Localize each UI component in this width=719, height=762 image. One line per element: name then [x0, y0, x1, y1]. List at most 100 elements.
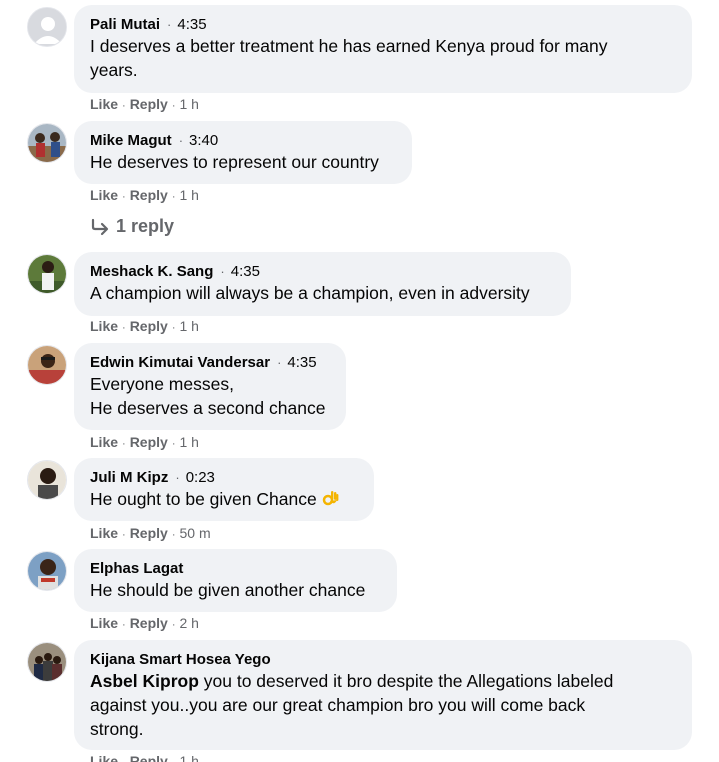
- separator-dot: ·: [171, 529, 176, 541]
- reply-button[interactable]: Reply: [130, 753, 168, 762]
- comment-text-line: He ought to be given Chance: [90, 487, 358, 511]
- reply-button[interactable]: Reply: [130, 615, 168, 631]
- person-silhouette-icon: [28, 8, 66, 46]
- comment-text-line: He deserves a second chance: [90, 398, 326, 418]
- comment-bubble: Meshack K. Sang · 4:35 A champion will alw…: [74, 252, 571, 316]
- comment-actions: Like·Reply·1 h: [90, 187, 199, 203]
- separator-dot: ·: [122, 191, 126, 203]
- comment-bubble: Pali Mutai · 4:35 I deserves a better trea…: [74, 5, 692, 93]
- comment-text: He ought to be given Chance: [90, 489, 317, 509]
- profile-photo: [28, 461, 66, 499]
- reply-button[interactable]: Reply: [130, 525, 168, 541]
- separator-dot: ·: [178, 133, 184, 148]
- separator-dot: ·: [172, 757, 176, 762]
- separator-dot: ·: [122, 322, 126, 334]
- comment-text-line: years.: [90, 60, 138, 80]
- comment-text-line: I deserves a better treatment he has ear…: [90, 36, 608, 56]
- separator-dot: ·: [171, 438, 176, 450]
- comment-actions: Like · Reply · 2 h: [90, 615, 199, 631]
- like-button[interactable]: Like: [90, 753, 118, 762]
- comment-text-line: strong.: [90, 719, 144, 739]
- separator-dot: ·: [171, 619, 176, 631]
- author-line: Edwin Kimutai Vandersar · 4:35: [90, 353, 330, 372]
- avatar[interactable]: [27, 254, 67, 294]
- comment-author[interactable]: Meshack K. Sang: [90, 263, 213, 280]
- comment-author[interactable]: Edwin Kimutai Vandersar: [90, 354, 270, 371]
- author-line: Juli M Kipz · 0:23: [90, 468, 358, 487]
- comment-actions: Like · Reply · 50 m: [90, 525, 211, 541]
- comment-age[interactable]: 50 m: [179, 525, 210, 541]
- comment-time[interactable]: 3:40: [189, 132, 218, 149]
- comment-time[interactable]: 0:23: [186, 469, 215, 486]
- comment-author[interactable]: Juli M Kipz: [90, 469, 168, 486]
- like-button[interactable]: Like: [90, 96, 118, 112]
- like-button[interactable]: Like: [90, 525, 118, 541]
- comment-age[interactable]: 1 h: [179, 753, 198, 762]
- comment-author[interactable]: Mike Magut: [90, 132, 172, 149]
- comment-bubble: Kijana Smart Hosea Yego Asbel Kiprop you…: [74, 640, 692, 750]
- profile-photo: [28, 346, 66, 384]
- comment-bubble: Mike Magut · 3:40 He deserves to represent…: [74, 121, 412, 184]
- reply-button[interactable]: Reply: [130, 318, 168, 334]
- ok-hand-emoji-icon: [322, 491, 339, 506]
- comment-text-line: against you..you are our great champion …: [90, 695, 586, 715]
- avatar[interactable]: [27, 123, 67, 163]
- separator-dot: ·: [175, 470, 180, 485]
- comment-bubble: Edwin Kimutai Vandersar · 4:35 Everyone me…: [74, 343, 346, 430]
- mention-link[interactable]: Asbel Kiprop: [90, 671, 199, 691]
- comment-bubble: Elphas Lagat He should be given another …: [74, 549, 397, 612]
- author-line: Kijana Smart Hosea Yego: [90, 650, 676, 669]
- comment-time[interactable]: 4:35: [177, 16, 206, 33]
- comment-actions: Like·Reply·1 h: [90, 96, 199, 112]
- comment-actions: Like·Reply·1 h: [90, 434, 199, 450]
- separator-dot: ·: [122, 100, 126, 112]
- comment-text-line: He deserves to represent our country: [90, 152, 379, 172]
- comment-text-line: He should be given another chance: [90, 580, 366, 600]
- comment-text-line: Asbel Kiprop you to deserved it bro desp…: [90, 669, 676, 693]
- view-replies-link[interactable]: 1 reply: [90, 216, 174, 237]
- avatar[interactable]: [27, 460, 67, 500]
- like-button[interactable]: Like: [90, 318, 118, 334]
- avatar[interactable]: [27, 642, 67, 682]
- reply-arrow-icon: [91, 218, 109, 235]
- comment-time[interactable]: 4:35: [231, 263, 260, 280]
- comment-bubble: Juli M Kipz · 0:23 He ought to be given Ch…: [74, 458, 374, 521]
- profile-photo: [28, 255, 66, 293]
- comment-age[interactable]: 1 h: [179, 187, 198, 203]
- comment-age[interactable]: 1 h: [179, 318, 198, 334]
- reply-button[interactable]: Reply: [130, 434, 168, 450]
- like-button[interactable]: Like: [90, 615, 118, 631]
- like-button[interactable]: Like: [90, 187, 118, 203]
- author-line: Meshack K. Sang · 4:35: [90, 262, 555, 281]
- comment-actions: Like·Reply·1 h: [90, 318, 199, 334]
- separator-dot: ·: [220, 264, 225, 279]
- comment-author[interactable]: Pali Mutai: [90, 16, 160, 33]
- comment-actions: Like·Reply·1 h: [90, 753, 199, 762]
- comment-age[interactable]: 1 h: [179, 96, 198, 112]
- reply-button[interactable]: Reply: [130, 187, 168, 203]
- author-line: Elphas Lagat: [90, 559, 381, 578]
- profile-photo: [28, 552, 66, 590]
- separator-dot: ·: [167, 17, 172, 32]
- avatar[interactable]: [27, 7, 67, 47]
- comment-time[interactable]: 4:35: [287, 354, 316, 371]
- separator-dot: ·: [122, 438, 126, 450]
- author-line: Mike Magut · 3:40: [90, 131, 396, 150]
- avatar[interactable]: [27, 345, 67, 385]
- separator-dot: ·: [171, 191, 176, 203]
- like-button[interactable]: Like: [90, 434, 118, 450]
- separator-dot: ·: [122, 757, 126, 762]
- comment-author[interactable]: Kijana Smart Hosea Yego: [90, 651, 271, 668]
- author-line: Pali Mutai · 4:35: [90, 15, 676, 34]
- profile-photo: [28, 124, 66, 162]
- comment-text-line: A champion will always be a champion, ev…: [90, 283, 530, 303]
- comment-age[interactable]: 1 h: [179, 434, 198, 450]
- separator-dot: ·: [277, 355, 282, 370]
- comment-author[interactable]: Elphas Lagat: [90, 560, 183, 577]
- comment-age[interactable]: 2 h: [179, 615, 198, 631]
- replies-count[interactable]: 1 reply: [116, 216, 174, 237]
- comment-text-line: Everyone messes,: [90, 374, 234, 394]
- avatar[interactable]: [27, 551, 67, 591]
- reply-button[interactable]: Reply: [130, 96, 168, 112]
- profile-photo: [28, 643, 66, 681]
